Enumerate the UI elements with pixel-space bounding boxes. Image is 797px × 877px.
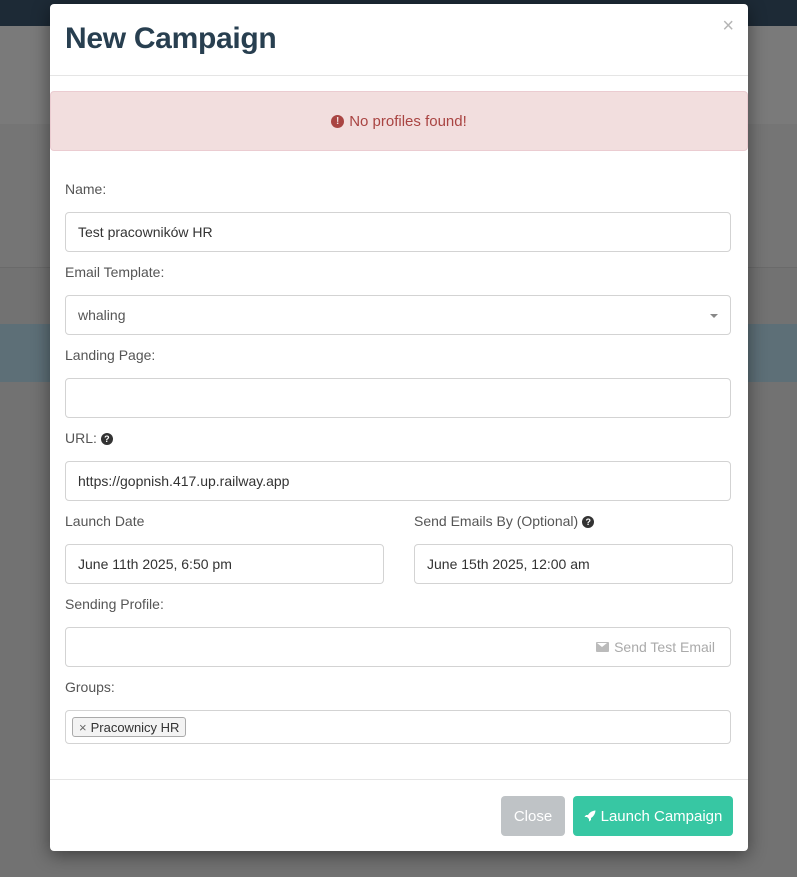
modal-header: New Campaign × [50, 4, 748, 76]
send-by-value: June 15th 2025, 12:00 am [427, 556, 590, 572]
envelope-icon [596, 642, 610, 652]
landing-page-select[interactable] [65, 378, 731, 418]
launch-campaign-button[interactable]: Launch Campaign [573, 796, 733, 836]
name-label: Name: [65, 181, 107, 197]
question-circle-icon[interactable]: ? [582, 516, 595, 528]
sending-profile-label: Sending Profile: [65, 596, 164, 612]
sending-profile-select[interactable]: Send Test Email [65, 627, 731, 667]
group-tag-label: Pracownicy HR [90, 719, 180, 735]
modal-close-icon[interactable]: × [722, 16, 734, 36]
url-input-value: https://gopnish.417.up.railway.app [78, 473, 290, 489]
question-circle-icon[interactable]: ? [100, 433, 113, 445]
modal-footer: Close Launch Campaign [50, 779, 748, 852]
launch-campaign-label: Launch Campaign [600, 807, 723, 825]
url-label: URL: [65, 430, 97, 446]
launch-date-value: June 11th 2025, 6:50 pm [78, 556, 232, 572]
new-campaign-modal: New Campaign × ! No profiles found! Name… [50, 4, 748, 851]
chevron-down-icon [710, 314, 718, 318]
exclamation-circle-icon: ! [331, 114, 345, 128]
error-alert: ! No profiles found! [50, 91, 748, 151]
url-label-row: URL:? [65, 430, 113, 446]
url-input[interactable]: https://gopnish.417.up.railway.app [65, 461, 731, 501]
send-by-label: Send Emails By (Optional) [414, 513, 579, 529]
send-by-label-row: Send Emails By (Optional)? [414, 513, 595, 529]
email-template-value: whaling [78, 307, 126, 323]
name-input-value: Test pracowników HR [78, 224, 213, 240]
close-button[interactable]: Close [501, 796, 565, 836]
email-template-select[interactable]: whaling [65, 295, 731, 335]
send-by-input[interactable]: June 15th 2025, 12:00 am [414, 544, 733, 584]
send-test-email-label: Send Test Email [614, 639, 715, 655]
name-input[interactable]: Test pracowników HR [65, 212, 731, 252]
group-tag: × Pracownicy HR [72, 717, 187, 737]
tag-remove-icon[interactable]: × [79, 720, 87, 735]
email-template-label: Email Template: [65, 264, 165, 280]
send-test-email-button[interactable]: Send Test Email [596, 639, 715, 655]
launch-date-input[interactable]: June 11th 2025, 6:50 pm [65, 544, 384, 584]
groups-select[interactable]: × Pracownicy HR [65, 710, 731, 744]
alert-message: No profiles found! [349, 112, 467, 130]
launch-date-label: Launch Date [65, 513, 145, 529]
groups-label: Groups: [65, 679, 115, 695]
modal-title: New Campaign [65, 22, 277, 55]
rocket-icon [584, 810, 596, 822]
landing-page-label: Landing Page: [65, 347, 156, 363]
